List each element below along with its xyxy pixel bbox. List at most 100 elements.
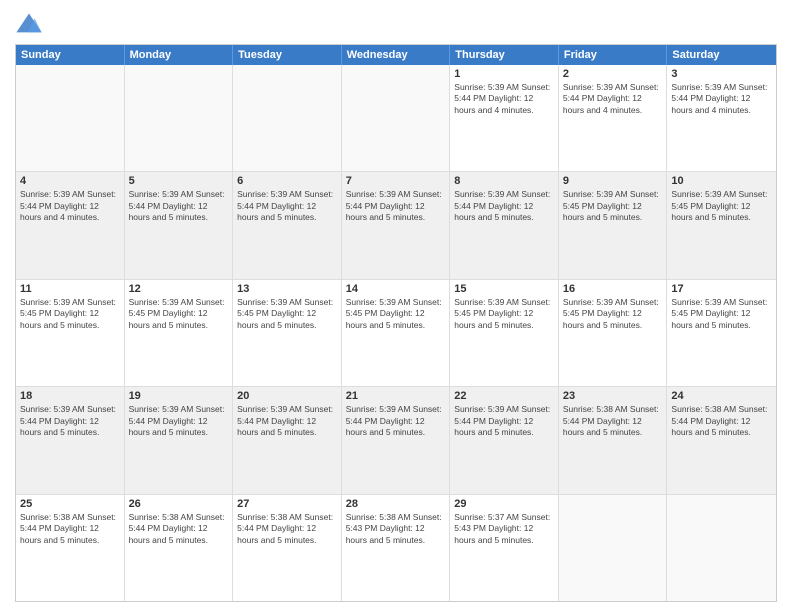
header [15, 10, 777, 38]
calendar-cell [233, 65, 342, 171]
day-info: Sunrise: 5:39 AM Sunset: 5:44 PM Dayligh… [454, 82, 554, 116]
weekday-header: Saturday [667, 45, 776, 65]
day-info: Sunrise: 5:39 AM Sunset: 5:44 PM Dayligh… [237, 189, 337, 223]
day-number: 17 [671, 283, 772, 295]
day-info: Sunrise: 5:39 AM Sunset: 5:44 PM Dayligh… [20, 189, 120, 223]
day-number: 16 [563, 283, 663, 295]
weekday-header: Sunday [16, 45, 125, 65]
calendar-cell [125, 65, 234, 171]
calendar-cell: 1 Sunrise: 5:39 AM Sunset: 5:44 PM Daylig… [450, 65, 559, 171]
day-info: Sunrise: 5:39 AM Sunset: 5:44 PM Dayligh… [346, 189, 446, 223]
calendar-cell: 19 Sunrise: 5:39 AM Sunset: 5:44 PM Dayli… [125, 387, 234, 493]
day-info: Sunrise: 5:38 AM Sunset: 5:44 PM Dayligh… [671, 404, 772, 438]
calendar-cell: 3Sunrise: 5:39 AM Sunset: 5:44 PM Daylig… [667, 65, 776, 171]
day-info: Sunrise: 5:39 AM Sunset: 5:45 PM Dayligh… [563, 297, 663, 331]
calendar-row: 11 Sunrise: 5:39 AM Sunset: 5:45 PM Dayli… [16, 280, 776, 387]
day-number: 8 [454, 175, 554, 187]
calendar-cell: 18 Sunrise: 5:39 AM Sunset: 5:44 PM Dayli… [16, 387, 125, 493]
calendar-row: 1 Sunrise: 5:39 AM Sunset: 5:44 PM Daylig… [16, 65, 776, 172]
weekday-header: Friday [559, 45, 668, 65]
day-number: 29 [454, 498, 554, 510]
day-info: Sunrise: 5:38 AM Sunset: 5:44 PM Dayligh… [129, 512, 229, 546]
calendar-cell: 16 Sunrise: 5:39 AM Sunset: 5:45 PM Dayli… [559, 280, 668, 386]
calendar-cell: 25 Sunrise: 5:38 AM Sunset: 5:44 PM Dayli… [16, 495, 125, 601]
day-number: 18 [20, 390, 120, 402]
day-info: Sunrise: 5:39 AM Sunset: 5:45 PM Dayligh… [20, 297, 120, 331]
calendar-cell: 29 Sunrise: 5:37 AM Sunset: 5:43 PM Dayli… [450, 495, 559, 601]
logo-icon [15, 10, 43, 38]
day-number: 13 [237, 283, 337, 295]
calendar-cell [667, 495, 776, 601]
day-number: 20 [237, 390, 337, 402]
calendar-row: 25 Sunrise: 5:38 AM Sunset: 5:44 PM Dayli… [16, 495, 776, 601]
day-info: Sunrise: 5:39 AM Sunset: 5:45 PM Dayligh… [671, 189, 772, 223]
day-number: 19 [129, 390, 229, 402]
day-info: Sunrise: 5:39 AM Sunset: 5:45 PM Dayligh… [129, 297, 229, 331]
day-number: 24 [671, 390, 772, 402]
day-number: 11 [20, 283, 120, 295]
calendar-cell: 5 Sunrise: 5:39 AM Sunset: 5:44 PM Daylig… [125, 172, 234, 278]
day-number: 21 [346, 390, 446, 402]
day-info: Sunrise: 5:38 AM Sunset: 5:44 PM Dayligh… [237, 512, 337, 546]
calendar-cell: 17 Sunrise: 5:39 AM Sunset: 5:45 PM Dayli… [667, 280, 776, 386]
calendar-cell: 20Sunrise: 5:39 AM Sunset: 5:44 PM Dayli… [233, 387, 342, 493]
day-info: Sunrise: 5:39 AM Sunset: 5:44 PM Dayligh… [346, 404, 446, 438]
calendar-cell [559, 495, 668, 601]
weekday-header: Tuesday [233, 45, 342, 65]
weekday-header: Monday [125, 45, 234, 65]
calendar-cell: 4Sunrise: 5:39 AM Sunset: 5:44 PM Daylig… [16, 172, 125, 278]
day-number: 15 [454, 283, 554, 295]
calendar-cell: 26 Sunrise: 5:38 AM Sunset: 5:44 PM Dayli… [125, 495, 234, 601]
calendar-header: SundayMondayTuesdayWednesdayThursdayFrid… [16, 45, 776, 65]
calendar-cell: 28 Sunrise: 5:38 AM Sunset: 5:43 PM Dayli… [342, 495, 451, 601]
day-number: 28 [346, 498, 446, 510]
day-info: Sunrise: 5:39 AM Sunset: 5:45 PM Dayligh… [563, 189, 663, 223]
day-info: Sunrise: 5:39 AM Sunset: 5:44 PM Dayligh… [454, 189, 554, 223]
calendar: SundayMondayTuesdayWednesdayThursdayFrid… [15, 44, 777, 602]
day-number: 2 [563, 68, 663, 80]
calendar-cell: 9 Sunrise: 5:39 AM Sunset: 5:45 PM Daylig… [559, 172, 668, 278]
calendar-cell [16, 65, 125, 171]
logo [15, 10, 47, 38]
calendar-cell: 15 Sunrise: 5:39 AM Sunset: 5:45 PM Dayli… [450, 280, 559, 386]
day-number: 14 [346, 283, 446, 295]
day-number: 25 [20, 498, 120, 510]
page: SundayMondayTuesdayWednesdayThursdayFrid… [0, 0, 792, 612]
calendar-cell: 8 Sunrise: 5:39 AM Sunset: 5:44 PM Daylig… [450, 172, 559, 278]
calendar-cell: 24 Sunrise: 5:38 AM Sunset: 5:44 PM Dayli… [667, 387, 776, 493]
calendar-cell: 6Sunrise: 5:39 AM Sunset: 5:44 PM Daylig… [233, 172, 342, 278]
day-number: 3 [671, 68, 772, 80]
day-info: Sunrise: 5:38 AM Sunset: 5:43 PM Dayligh… [346, 512, 446, 546]
day-number: 9 [563, 175, 663, 187]
day-info: Sunrise: 5:39 AM Sunset: 5:44 PM Dayligh… [454, 404, 554, 438]
day-number: 7 [346, 175, 446, 187]
day-info: Sunrise: 5:39 AM Sunset: 5:44 PM Dayligh… [129, 404, 229, 438]
calendar-cell: 2 Sunrise: 5:39 AM Sunset: 5:44 PM Daylig… [559, 65, 668, 171]
calendar-cell: 13 Sunrise: 5:39 AM Sunset: 5:45 PM Dayli… [233, 280, 342, 386]
day-info: Sunrise: 5:39 AM Sunset: 5:45 PM Dayligh… [346, 297, 446, 331]
day-info: Sunrise: 5:39 AM Sunset: 5:44 PM Dayligh… [563, 82, 663, 116]
day-info: Sunrise: 5:39 AM Sunset: 5:45 PM Dayligh… [237, 297, 337, 331]
calendar-cell: 12 Sunrise: 5:39 AM Sunset: 5:45 PM Dayli… [125, 280, 234, 386]
calendar-cell: 22Sunrise: 5:39 AM Sunset: 5:44 PM Dayli… [450, 387, 559, 493]
day-number: 27 [237, 498, 337, 510]
day-number: 1 [454, 68, 554, 80]
calendar-cell: 27 Sunrise: 5:38 AM Sunset: 5:44 PM Dayli… [233, 495, 342, 601]
day-number: 10 [671, 175, 772, 187]
day-info: Sunrise: 5:38 AM Sunset: 5:44 PM Dayligh… [563, 404, 663, 438]
calendar-cell: 7 Sunrise: 5:39 AM Sunset: 5:44 PM Daylig… [342, 172, 451, 278]
day-number: 12 [129, 283, 229, 295]
weekday-header: Thursday [450, 45, 559, 65]
day-number: 23 [563, 390, 663, 402]
day-info: Sunrise: 5:38 AM Sunset: 5:44 PM Dayligh… [20, 512, 120, 546]
day-info: Sunrise: 5:37 AM Sunset: 5:43 PM Dayligh… [454, 512, 554, 546]
calendar-body: 1 Sunrise: 5:39 AM Sunset: 5:44 PM Daylig… [16, 65, 776, 601]
calendar-cell: 11 Sunrise: 5:39 AM Sunset: 5:45 PM Dayli… [16, 280, 125, 386]
calendar-cell: 14 Sunrise: 5:39 AM Sunset: 5:45 PM Dayli… [342, 280, 451, 386]
day-number: 26 [129, 498, 229, 510]
day-number: 5 [129, 175, 229, 187]
day-info: Sunrise: 5:39 AM Sunset: 5:45 PM Dayligh… [671, 297, 772, 331]
day-info: Sunrise: 5:39 AM Sunset: 5:44 PM Dayligh… [20, 404, 120, 438]
day-info: Sunrise: 5:39 AM Sunset: 5:44 PM Dayligh… [129, 189, 229, 223]
day-info: Sunrise: 5:39 AM Sunset: 5:45 PM Dayligh… [454, 297, 554, 331]
